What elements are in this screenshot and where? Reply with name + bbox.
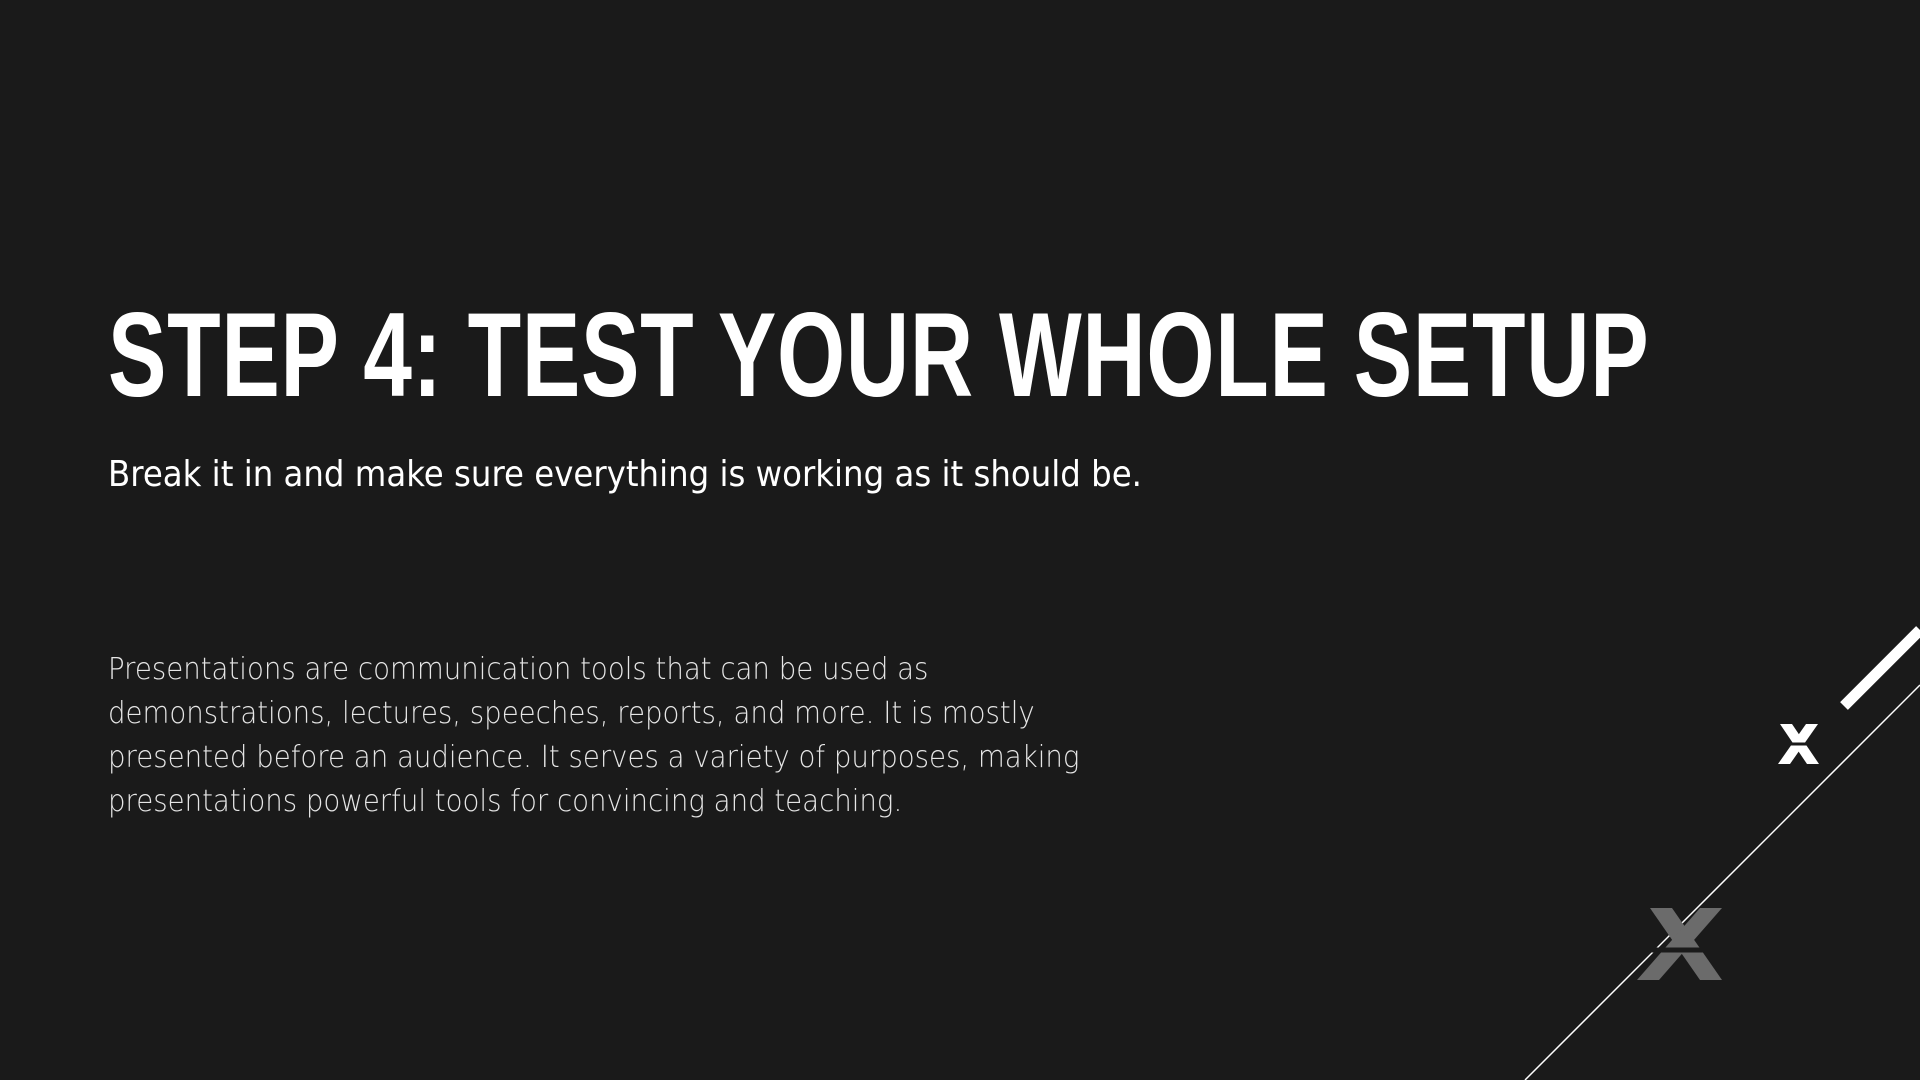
diagonal-line (1524, 684, 1920, 1080)
diagonal-stripe (1840, 626, 1920, 710)
corner-decoration (1524, 626, 1920, 1080)
x-logo-icon (1778, 724, 1819, 764)
slide-title: STEP 4: TEST YOUR WHOLE SETUP (108, 288, 1650, 422)
slide: STEP 4: TEST YOUR WHOLE SETUP Break it i… (0, 0, 1920, 1080)
slide-body-text: Presentations are communication tools th… (108, 652, 1080, 819)
x-logo-large-icon (1637, 908, 1722, 980)
slide-subtitle: Break it in and make sure everything is … (108, 454, 1142, 495)
